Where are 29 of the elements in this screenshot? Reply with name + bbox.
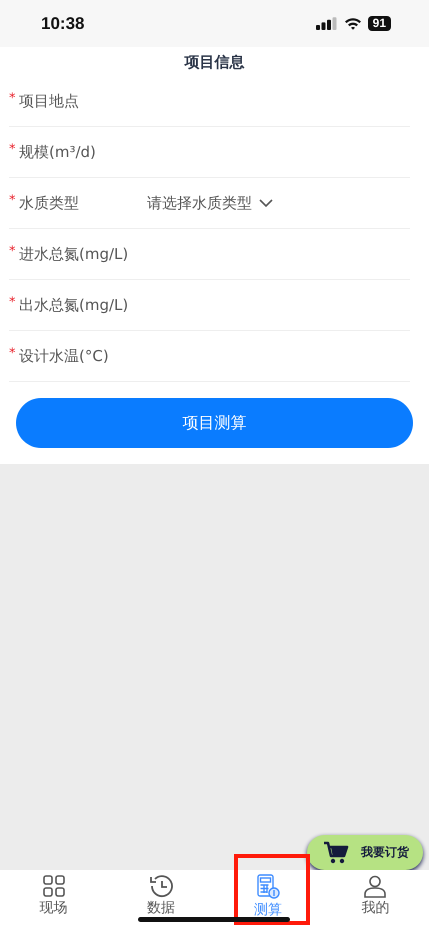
required-mark: * — [9, 90, 16, 106]
signal-icon — [316, 17, 338, 30]
tab[interactable]: 数据 — [107, 870, 214, 917]
required-mark: * — [9, 142, 16, 156]
field-label: 项目地点 — [19, 92, 80, 110]
history-icon — [148, 874, 174, 898]
wifi-icon — [344, 17, 362, 30]
required-mark: * — [9, 294, 16, 310]
field-label: 设计水温(°C) — [19, 346, 110, 366]
field-label: 水质类型 — [19, 194, 80, 212]
required-mark: * — [9, 244, 16, 258]
user-icon — [363, 874, 388, 898]
cart-icon — [323, 840, 349, 864]
clock: 10:38 — [41, 14, 84, 34]
field-label: 进水总氮(mg/L) — [19, 244, 130, 264]
page-title: 项目信息 — [184, 53, 244, 72]
tab[interactable]: 现场 — [0, 870, 108, 917]
chevron-down-icon — [259, 198, 273, 208]
field-label: 出水总氮(mg/L) — [19, 296, 130, 314]
tab[interactable]: 我的 — [322, 870, 429, 917]
calculator-icon — [256, 874, 280, 900]
grid-icon — [42, 874, 66, 898]
battery-indicator: 91 — [368, 16, 391, 31]
required-mark: * — [9, 346, 16, 360]
required-mark: * — [9, 192, 16, 208]
order-button[interactable]: 我要订货 — [307, 835, 423, 870]
water-type-dropdown[interactable]: 请选择水质类型 — [147, 194, 273, 212]
field-label: 规模(m³/d) — [19, 142, 97, 162]
calculate-button[interactable]: 项目测算 — [16, 398, 413, 448]
